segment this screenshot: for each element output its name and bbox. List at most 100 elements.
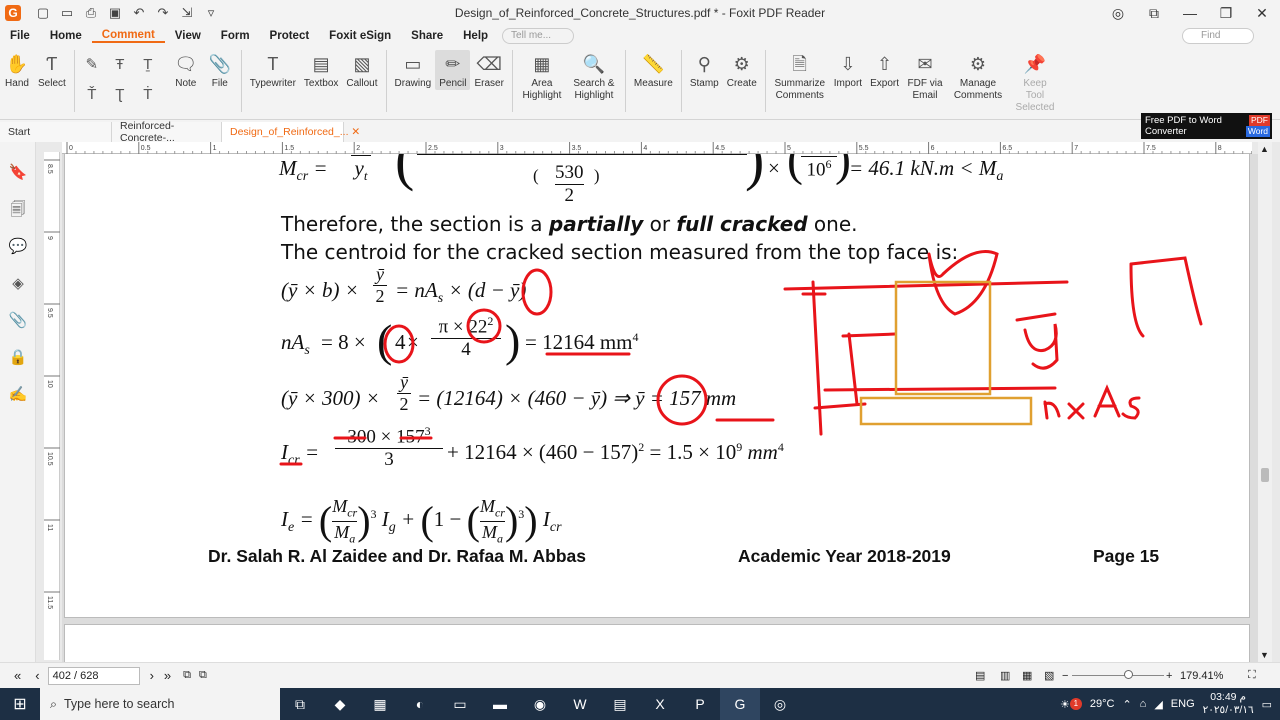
fdf-email-button[interactable]: ✉ FDF via Email [903, 50, 947, 102]
security-icon[interactable]: 🔒 [0, 339, 36, 376]
excel-icon[interactable]: X [640, 688, 680, 720]
menu-file[interactable]: File [0, 30, 40, 42]
page-layout-icon[interactable]: ⧉ [199, 669, 207, 682]
menu-form[interactable]: Form [211, 30, 260, 42]
area-highlight-button[interactable]: ▦ Area Highlight [517, 50, 567, 102]
menu-home[interactable]: Home [40, 30, 92, 42]
tell-me-input[interactable]: Tell me... [502, 28, 575, 44]
callout-button[interactable]: ▧ Callout [342, 50, 381, 90]
menu-share[interactable]: Share [401, 30, 453, 42]
zoom-slider-thumb[interactable] [1124, 670, 1133, 679]
first-page-icon[interactable]: « [14, 668, 21, 683]
customize-icon[interactable]: ▿ [202, 5, 220, 21]
pencil-button[interactable]: ✏ Pencil [435, 50, 471, 90]
next-page-icon[interactable]: › [150, 668, 154, 683]
print-icon[interactable]: ⎙ [82, 5, 100, 21]
network-icon[interactable]: ⌂ [1140, 698, 1147, 710]
insert-icon[interactable]: Ṫ [135, 80, 161, 108]
copilot-icon[interactable]: ◆ [320, 688, 360, 720]
signature-icon[interactable]: ✍ [0, 376, 36, 413]
menu-protect[interactable]: Protect [260, 30, 320, 42]
app-logo[interactable]: G [0, 0, 26, 26]
menu-comment[interactable]: Comment [91, 29, 165, 43]
replace-icon[interactable]: Ʈ [107, 80, 133, 108]
search-highlight-button[interactable]: 🔍 Search & Highlight [567, 50, 621, 102]
layers-icon[interactable]: ◈ [0, 265, 36, 302]
photos-icon[interactable]: ▭ [440, 688, 480, 720]
save-icon[interactable]: ▣ [106, 5, 124, 21]
taskbar-search[interactable]: ⌕ Type here to search [40, 688, 280, 720]
chrome-icon[interactable]: ◉ [520, 688, 560, 720]
notifications-icon[interactable]: ▭ [1262, 698, 1272, 711]
ink-annotations[interactable] [65, 154, 1251, 618]
language[interactable]: ENG [1171, 698, 1195, 710]
menu-view[interactable]: View [165, 30, 211, 42]
select-tool-button[interactable]: Ƭ Select [34, 50, 70, 90]
folder-icon[interactable]: ▭ [58, 5, 76, 21]
underline-icon[interactable]: Ṯ [135, 50, 161, 78]
file-attach-button[interactable]: 📎 File [203, 50, 237, 90]
volume-icon[interactable]: ◢ [1154, 698, 1162, 711]
pdf-to-word-ad[interactable]: Free PDF to Word Converter PDF Word [1141, 113, 1272, 139]
bookmark-icon[interactable]: 🔖 [0, 154, 36, 191]
drawing-button[interactable]: ▭ Drawing [391, 50, 436, 90]
account-icon[interactable]: ◎ [1100, 5, 1136, 22]
measure-button[interactable]: 📏 Measure [630, 50, 677, 90]
pointer-icon[interactable]: ⇲ [178, 5, 196, 21]
attachments-icon[interactable]: 📎 [0, 302, 36, 339]
undo-icon[interactable]: ↶ [130, 5, 148, 21]
summarize-comments-button[interactable]: 🗎 Summarize Comments [770, 50, 830, 102]
close-icon[interactable]: ✕ [1244, 5, 1280, 22]
scroll-thumb[interactable] [1261, 468, 1269, 482]
minimize-icon[interactable]: — [1172, 5, 1208, 21]
zoom-out-icon[interactable]: − [1062, 670, 1068, 682]
vertical-scrollbar[interactable]: ▲ ▼ [1258, 142, 1272, 662]
import-button[interactable]: ⇩ Import [830, 50, 866, 90]
page-view-icon[interactable]: ⧉ [183, 669, 191, 682]
stamp-button[interactable]: ⚲ Stamp [686, 50, 723, 90]
note-button[interactable]: 🗨 Note [169, 50, 203, 90]
scroll-up-icon[interactable]: ▲ [1260, 144, 1269, 154]
strikeout-icon[interactable]: Ŧ [107, 50, 133, 78]
menu-help[interactable]: Help [453, 30, 498, 42]
store-icon[interactable]: ▦ [360, 688, 400, 720]
typewriter-button[interactable]: T Typewriter [246, 50, 300, 90]
chevron-up-icon[interactable]: ⌃ [1122, 698, 1131, 711]
weather-icon[interactable]: ☀ [1060, 698, 1070, 711]
fullscreen-icon[interactable]: ⛶ [1248, 669, 1256, 682]
squiggly-icon[interactable]: Ť [79, 80, 105, 108]
open-icon[interactable]: ▢ [34, 5, 52, 21]
eraser-button[interactable]: ⌫ Eraser [470, 50, 507, 90]
calculator-icon[interactable]: ▤ [600, 688, 640, 720]
keep-tool-selected-button[interactable]: 📌 Keep Tool Selected [1009, 50, 1061, 114]
page-number-input[interactable]: 402 / 628 [47, 666, 140, 685]
prev-page-icon[interactable]: ‹ [35, 668, 39, 683]
cover-icon[interactable]: ▧ [1044, 669, 1054, 682]
create-stamp-button[interactable]: ⚙ Create [723, 50, 761, 90]
tab-start[interactable]: Start [0, 122, 112, 142]
comments-icon[interactable]: 💬 [0, 228, 36, 265]
powerpoint-icon[interactable]: P [680, 688, 720, 720]
highlight-icon[interactable]: ✎ [79, 50, 105, 78]
tab-design-of-reinforced[interactable]: Design_of_Reinforced_... ✕ [222, 122, 360, 142]
zoom-value[interactable]: 179.41% [1180, 670, 1223, 682]
tab-reinforced-concrete[interactable]: Reinforced-Concrete-... [112, 120, 222, 144]
document-view[interactable]: Mcr = yt ( ( 530 2 ) ) × ( 106 ) = 46.1 … [62, 154, 1258, 662]
maximize-icon[interactable]: ❐ [1208, 5, 1244, 22]
restore-icon[interactable]: ⧉ [1136, 5, 1172, 22]
menu-foxit-esign[interactable]: Foxit eSign [319, 30, 401, 42]
edge-icon[interactable]: ◐ [400, 688, 440, 720]
single-page-icon[interactable]: ▤ [975, 669, 985, 682]
recorder-icon[interactable]: ◎ [760, 688, 800, 720]
export-button[interactable]: ⇧ Export [866, 50, 903, 90]
textbox-button[interactable]: ▤ Textbox [300, 50, 342, 90]
word-icon[interactable]: W [560, 688, 600, 720]
file-explorer-icon[interactable]: ▬ [480, 688, 520, 720]
pages-icon[interactable]: 🗐 [0, 191, 36, 228]
zoom-in-icon[interactable]: + [1166, 670, 1172, 682]
hand-tool-button[interactable]: ✋ Hand [0, 50, 34, 90]
clock[interactable]: 03:49 م ٢٠٢٥/٠٣/١٦ [1203, 691, 1254, 717]
temperature[interactable]: 29°C [1090, 698, 1115, 710]
manage-comments-button[interactable]: ⚙ Manage Comments [947, 50, 1009, 102]
foxit-taskbar-icon[interactable]: G [720, 688, 760, 720]
